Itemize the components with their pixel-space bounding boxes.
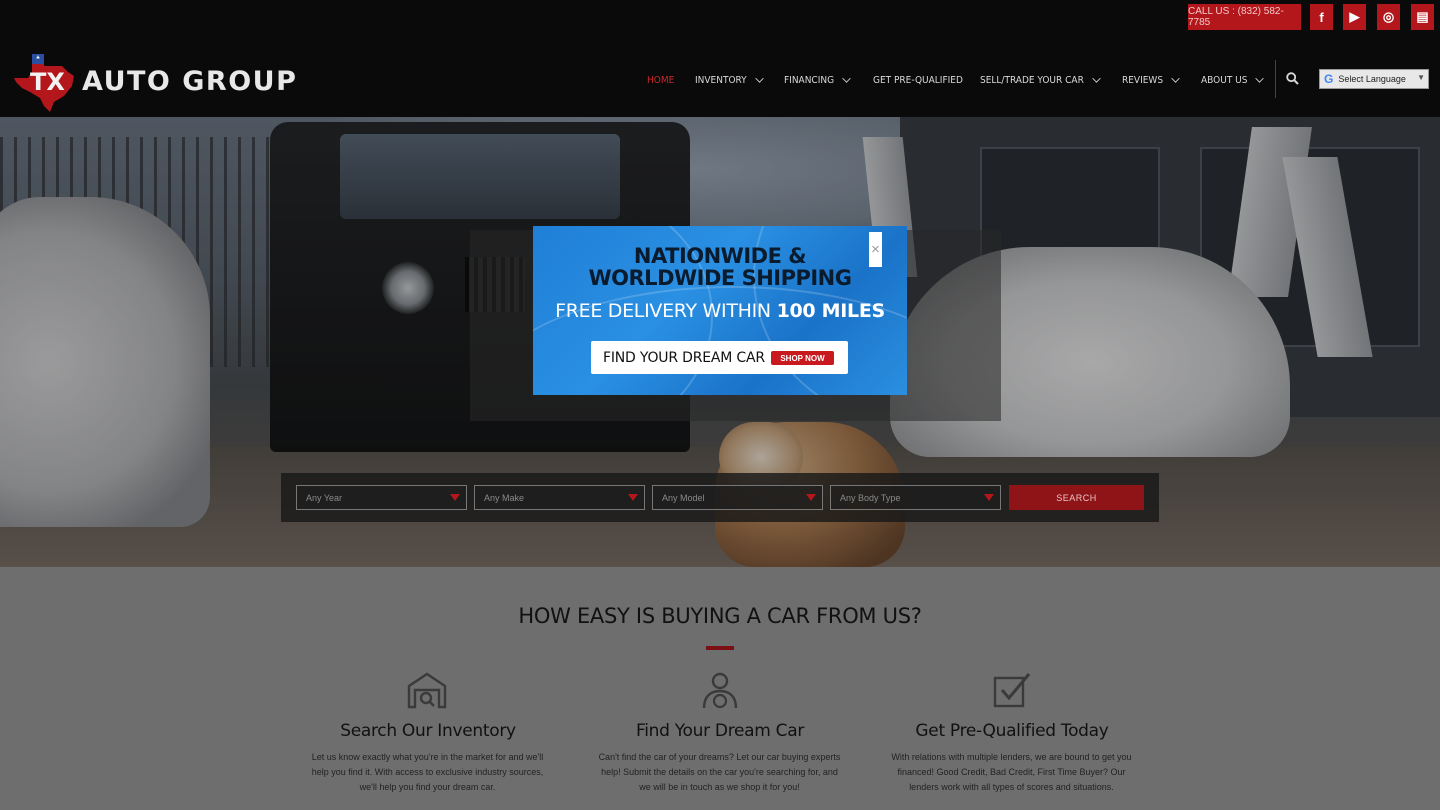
youtube-icon[interactable]: ▶ xyxy=(1343,4,1366,30)
dropdown-arrow-icon: ▼ xyxy=(1417,73,1425,82)
store-icon[interactable]: ▤ xyxy=(1411,4,1434,30)
step-title-find-dream-car: Find Your Dream Car xyxy=(635,721,805,741)
close-icon[interactable]: × xyxy=(869,232,882,267)
step-title-search-inventory: Search Our Inventory xyxy=(340,721,516,741)
nav-get-pre-qualified[interactable]: GET PRE-QUALIFIED xyxy=(873,73,963,87)
find-dream-car-cta[interactable]: FIND YOUR DREAM CAR SHOP NOW xyxy=(591,341,848,374)
shop-now-button[interactable]: SHOP NOW xyxy=(771,351,834,365)
chevron-down-icon xyxy=(1255,73,1265,83)
checkbox-icon xyxy=(993,673,1031,708)
year-select[interactable]: Any Year xyxy=(296,485,467,510)
nav-inventory[interactable]: INVENTORY xyxy=(695,73,764,87)
popup-title: NATIONWIDE & WORLDWIDE SHIPPING xyxy=(588,244,853,290)
dropdown-arrow-icon xyxy=(628,494,638,501)
popup-subtitle: FREE DELIVERY WITHIN 100 MILES xyxy=(555,300,885,322)
nav-divider xyxy=(1275,60,1276,98)
model-select[interactable]: Any Model xyxy=(652,485,823,510)
driver-icon xyxy=(702,672,738,709)
language-select[interactable]: G Select Language ▼ xyxy=(1319,69,1429,89)
heading-underline xyxy=(706,646,734,650)
step-desc-find-dream-car: Can't find the car of your dreams? Let o… xyxy=(598,752,841,792)
google-icon: G xyxy=(1324,72,1334,86)
body-type-select[interactable]: Any Body Type xyxy=(830,485,1001,510)
nav-about-us[interactable]: ABOUT US xyxy=(1201,73,1265,87)
logo-text[interactable]: AUTO GROUP xyxy=(82,66,297,97)
step-desc-pre-qualified: With relations with multiple lenders, we… xyxy=(891,752,1132,792)
nav-sell-trade[interactable]: SELL/TRADE YOUR CAR xyxy=(980,73,1101,87)
language-label: Select Language xyxy=(1338,74,1406,84)
garage-search-icon xyxy=(407,672,447,709)
chevron-down-icon xyxy=(1092,73,1101,83)
logo-mark: TX xyxy=(30,68,65,96)
make-select[interactable]: Any Make xyxy=(474,485,645,510)
search-icon[interactable] xyxy=(1286,72,1299,85)
dropdown-arrow-icon xyxy=(984,494,994,501)
chevron-down-icon xyxy=(842,73,851,83)
search-button[interactable]: SEARCH xyxy=(1009,485,1144,510)
chevron-down-icon xyxy=(754,73,764,83)
instagram-icon[interactable]: ◎ xyxy=(1377,4,1400,30)
dropdown-arrow-icon xyxy=(450,494,460,501)
shipping-promo-popup[interactable]: NATIONWIDE & WORLDWIDE SHIPPING FREE DEL… xyxy=(533,226,907,395)
step-title-pre-qualified: Get Pre-Qualified Today xyxy=(915,721,1109,741)
section-heading: HOW EASY IS BUYING A CAR FROM US? xyxy=(518,604,922,628)
dropdown-arrow-icon xyxy=(806,494,816,501)
nav-reviews[interactable]: REVIEWS xyxy=(1122,73,1180,87)
nav-home[interactable]: HOME xyxy=(647,73,674,87)
facebook-icon[interactable]: f xyxy=(1310,4,1333,30)
step-desc-search-inventory: Let us know exactly what you're in the m… xyxy=(311,752,544,792)
chevron-down-icon xyxy=(1171,73,1180,83)
call-us-button[interactable]: CALL US : (832) 582-7785 xyxy=(1188,4,1301,30)
nav-financing[interactable]: FINANCING xyxy=(784,73,851,87)
